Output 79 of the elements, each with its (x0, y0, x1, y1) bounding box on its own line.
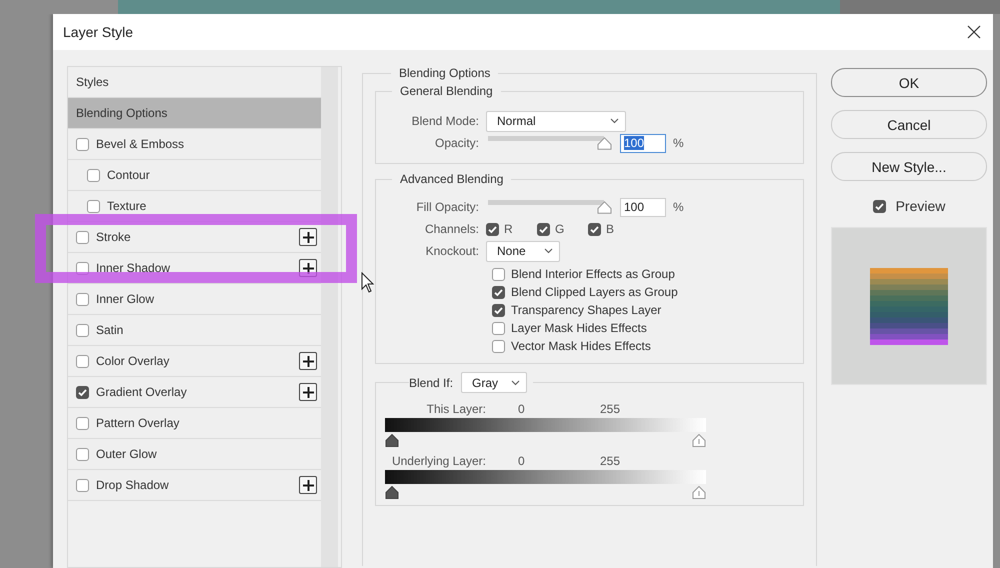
dropdown[interactable]: Gray (461, 372, 528, 393)
slider-handle[interactable] (385, 486, 399, 499)
number-field[interactable]: 100 (620, 198, 666, 216)
checkbox[interactable] (486, 222, 499, 236)
plus-icon (302, 386, 314, 398)
scrollbar[interactable] (321, 67, 338, 567)
checkbox[interactable] (76, 354, 89, 368)
range-value: 255 (600, 454, 620, 468)
slider-handle[interactable] (597, 137, 612, 150)
checkbox-label: G (555, 222, 564, 236)
unit-label: % (673, 136, 684, 150)
checkbox[interactable] (492, 322, 505, 334)
unit-label: % (673, 200, 684, 214)
checkbox-label: B (606, 222, 614, 236)
checkbox[interactable] (76, 324, 89, 336)
field-label: Knockout: (424, 244, 480, 258)
plus-icon (302, 262, 314, 274)
checkbox-label: Layer Mask Hides Effects (511, 321, 647, 335)
checkbox-label: Transparency Shapes Layer (511, 303, 662, 317)
field-label: Blend Mode: (410, 114, 480, 128)
range-value: 0 (518, 454, 526, 468)
checkbox[interactable] (76, 292, 89, 306)
checkbox[interactable] (76, 138, 89, 150)
checkbox-label: Vector Mask Hides Effects (511, 339, 651, 353)
field-label: Blend If: (409, 376, 454, 390)
plus-icon (302, 232, 314, 242)
group-title: General Blending (399, 84, 494, 98)
slider-handle[interactable] (692, 434, 706, 447)
add-button[interactable] (299, 228, 317, 246)
checkbox[interactable] (492, 304, 505, 316)
checkbox[interactable] (87, 200, 100, 212)
checkbox-label: R (504, 222, 513, 236)
dialog-button[interactable]: OK (831, 68, 987, 97)
checkbox-label: Preview (896, 198, 946, 214)
field-label: Opacity: (434, 136, 480, 150)
checkbox[interactable] (588, 222, 601, 236)
slider-track[interactable] (488, 199, 612, 215)
checkbox[interactable] (76, 478, 89, 492)
field-label: Channels: (424, 222, 480, 236)
plus-icon (302, 480, 314, 490)
dialog-button[interactable]: Cancel (831, 110, 987, 139)
checkbox[interactable] (492, 340, 505, 352)
field-label: Fill Opacity: (415, 200, 480, 214)
plus-icon (302, 356, 314, 366)
checkbox-label: Blend Clipped Layers as Group (511, 285, 678, 299)
range-value: 0 (518, 402, 526, 416)
chevron-icon (511, 380, 520, 386)
add-button[interactable] (299, 476, 317, 494)
number-field[interactable]: 100 (620, 134, 666, 152)
dialog-button[interactable]: New Style... (831, 152, 987, 181)
chevron-icon (544, 248, 553, 254)
group-title: Blending Options (398, 66, 492, 80)
range-value: 255 (600, 402, 620, 416)
slider-track[interactable] (488, 135, 612, 151)
field-label: This Layer: (426, 402, 486, 416)
checkbox[interactable] (87, 168, 100, 182)
dropdown[interactable]: None (486, 240, 560, 262)
checkbox[interactable] (537, 222, 550, 236)
chevron-icon (610, 118, 619, 124)
checkbox[interactable] (76, 448, 89, 460)
slider-handle[interactable] (597, 201, 612, 214)
checkbox[interactable] (76, 230, 89, 244)
close-button[interactable] (965, 23, 983, 41)
checkbox[interactable] (492, 286, 505, 298)
add-button[interactable] (299, 383, 317, 401)
checkbox[interactable] (76, 416, 89, 430)
checkbox[interactable] (76, 386, 89, 398)
checkbox[interactable] (492, 268, 505, 280)
cursor-icon (361, 272, 375, 294)
dropdown[interactable]: Normal (486, 110, 626, 132)
checkbox[interactable] (872, 200, 886, 212)
window-title: Layer Style (63, 24, 134, 40)
slider-handle[interactable] (692, 486, 706, 499)
add-button[interactable] (299, 352, 317, 370)
slider-handle[interactable] (385, 434, 399, 447)
group-title: Advanced Blending (399, 172, 504, 186)
checkbox-label: Blend Interior Effects as Group (511, 267, 675, 281)
field-label: Underlying Layer: (390, 454, 486, 468)
style-list-item[interactable]: Blending Options (68, 98, 321, 129)
